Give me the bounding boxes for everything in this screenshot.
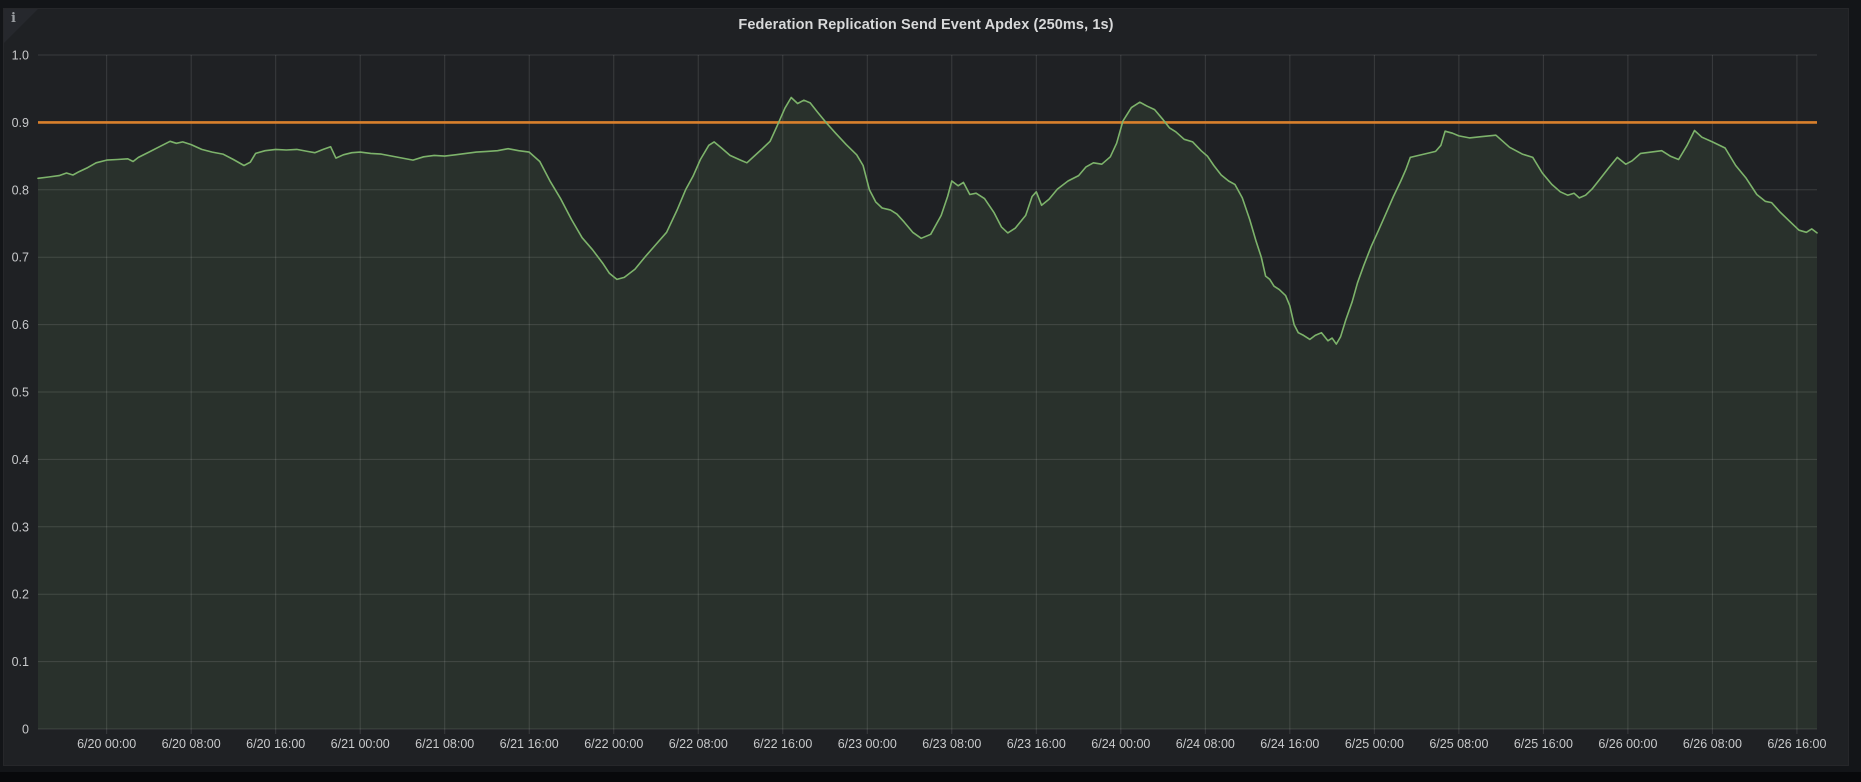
y-tick-label: 0 — [22, 723, 29, 737]
x-tick-label: 6/23 00:00 — [838, 737, 897, 751]
y-tick-label: 1.0 — [12, 49, 29, 63]
x-tick-label: 6/25 08:00 — [1429, 737, 1488, 751]
y-tick-label: 0.9 — [12, 116, 29, 130]
x-tick-label: 6/24 16:00 — [1260, 737, 1319, 751]
x-tick-label: 6/22 00:00 — [584, 737, 643, 751]
y-tick-label: 0.5 — [12, 386, 29, 400]
x-tick-label: 6/23 08:00 — [922, 737, 981, 751]
x-tick-label: 6/22 08:00 — [669, 737, 728, 751]
x-tick-label: 6/22 16:00 — [753, 737, 812, 751]
x-tick-label: 6/26 08:00 — [1683, 737, 1742, 751]
x-axis-labels: 6/20 00:00 6/20 08:00 6/20 16:00 6/21 00:00… — [77, 737, 1826, 751]
y-tick-label: 0.7 — [12, 251, 29, 265]
y-tick-label: 0.4 — [12, 453, 29, 467]
y-tick-label: 0.1 — [12, 655, 29, 669]
x-tick-label: 6/26 16:00 — [1767, 737, 1826, 751]
next-row-divider — [0, 772, 1861, 782]
y-axis-labels: 1.0 0.9 0.8 0.7 0.6 0.5 0.4 0.3 0.2 0.1 0 — [12, 49, 29, 737]
x-tick-label: 6/20 16:00 — [246, 737, 305, 751]
x-tick-label: 6/26 00:00 — [1598, 737, 1657, 751]
y-tick-label: 0.8 — [12, 183, 29, 197]
x-tick-label: 6/20 00:00 — [77, 737, 136, 751]
x-tick-label: 6/21 08:00 — [415, 737, 474, 751]
time-series-chart: 1.0 0.9 0.8 0.7 0.6 0.5 0.4 0.3 0.2 0.1 0 6/20 00:… — [0, 0, 1861, 782]
x-tick-label: 6/21 00:00 — [331, 737, 390, 751]
x-tick-label: 6/24 08:00 — [1176, 737, 1235, 751]
x-tick-label: 6/25 16:00 — [1514, 737, 1573, 751]
page-background: { "panel": { "title": "Federation Replic… — [0, 0, 1861, 782]
y-tick-label: 0.3 — [12, 520, 29, 534]
y-tick-label: 0.6 — [12, 318, 29, 332]
x-tick-label: 6/23 16:00 — [1007, 737, 1066, 751]
x-tick-label: 6/24 00:00 — [1091, 737, 1150, 751]
x-tick-label: 6/25 00:00 — [1345, 737, 1404, 751]
x-tick-label: 6/20 08:00 — [162, 737, 221, 751]
plot-area[interactable] — [38, 55, 1817, 729]
x-tick-label: 6/21 16:00 — [500, 737, 559, 751]
y-tick-label: 0.2 — [12, 588, 29, 602]
